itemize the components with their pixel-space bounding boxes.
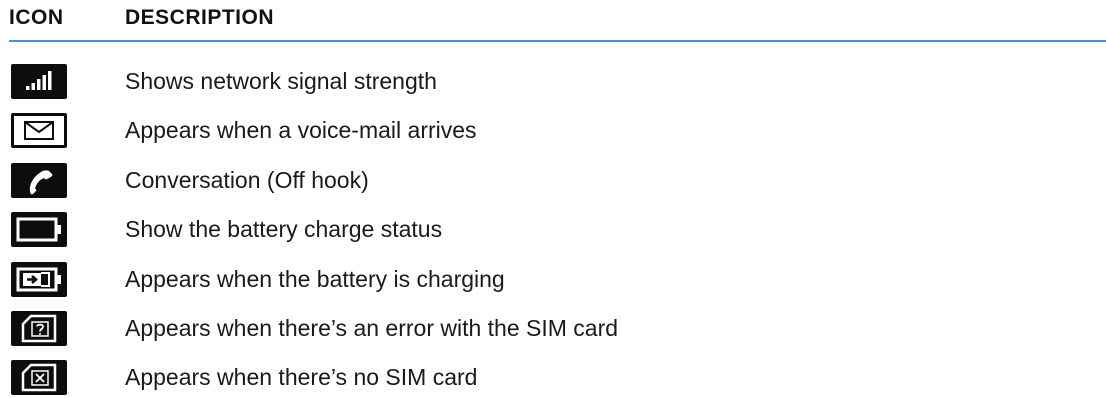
sim-error-icon xyxy=(11,311,67,346)
table-row: Appears when there’s no SIM card xyxy=(0,358,1106,398)
row-description: Appears when a voice-mail arrives xyxy=(125,117,477,143)
table-header: ICON DESCRIPTION xyxy=(0,0,1106,42)
row-description: Appears when the battery is charging xyxy=(125,266,505,292)
icon-column-header: ICON xyxy=(9,6,64,29)
table-row: Appears when the battery is charging xyxy=(0,260,1106,300)
header-divider xyxy=(9,40,1106,42)
row-description: Appears when there’s no SIM card xyxy=(125,364,478,390)
row-description: Conversation (Off hook) xyxy=(125,167,369,193)
table-row: Shows network signal strength xyxy=(0,62,1106,102)
envelope-icon xyxy=(11,113,67,148)
row-description: Appears when there’s an error with the S… xyxy=(125,315,619,341)
table-row: Appears when a voice-mail arrives xyxy=(0,111,1106,151)
signal-strength-icon xyxy=(11,64,67,99)
no-sim-icon xyxy=(11,360,67,395)
row-description: Shows network signal strength xyxy=(125,68,437,94)
phone-handset-icon xyxy=(11,163,67,198)
description-column-header: DESCRIPTION xyxy=(125,6,275,29)
battery-charging-icon xyxy=(11,262,67,297)
table-row: Conversation (Off hook) xyxy=(0,161,1106,201)
battery-icon xyxy=(11,212,67,247)
row-description: Show the battery charge status xyxy=(125,216,443,242)
table-row: Appears when there’s an error with the S… xyxy=(0,309,1106,349)
table-row: Show the battery charge status xyxy=(0,210,1106,250)
